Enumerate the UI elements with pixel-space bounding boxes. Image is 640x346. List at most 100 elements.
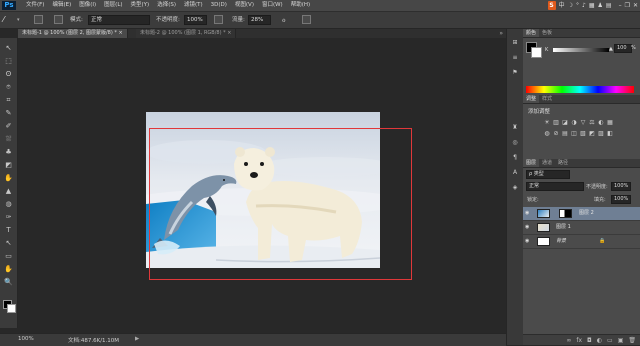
tab-document-1[interactable]: 未标题-1 @ 100% (图层 2, 图层蒙版/8) * × <box>18 29 128 38</box>
close-icon[interactable]: × <box>118 30 122 36</box>
menu-item-6[interactable]: 滤镜(T) <box>180 0 207 11</box>
visibility-eye-icon[interactable]: ◉ <box>525 225 531 230</box>
tab-paths[interactable]: 路径 <box>555 159 571 167</box>
tool-icon-2[interactable]: ʘ <box>4 70 13 78</box>
tool-icon-11[interactable]: ▲ <box>4 187 13 195</box>
menu-item-4[interactable]: 类型(Y) <box>127 0 154 11</box>
menu-item-7[interactable]: 3D(D) <box>207 0 231 11</box>
selection-rectangle[interactable] <box>149 128 412 280</box>
tab-overflow-icon[interactable]: » <box>499 29 503 38</box>
tray-icon-mic[interactable]: ♪ <box>582 1 586 10</box>
flow-input[interactable]: 28% <box>248 15 271 25</box>
tray-icon-lang[interactable]: 中 <box>559 1 565 10</box>
tool-icon-18[interactable]: 🔍 <box>4 278 13 286</box>
adjustment-icon-2[interactable]: ◪ <box>561 119 569 127</box>
tool-icon-5[interactable]: ✎ <box>4 109 13 117</box>
tool-icon-15[interactable]: ↖ <box>4 239 13 247</box>
opacity-input[interactable]: 100% <box>184 15 207 25</box>
adjustment-icon-12[interactable]: ▧ <box>579 130 587 138</box>
menu-item-9[interactable]: 窗口(W) <box>258 0 287 11</box>
tab-color[interactable]: 颜色 <box>523 29 540 37</box>
tool-icon-14[interactable]: T <box>4 226 13 234</box>
tool-icon-3[interactable]: ⌾ <box>4 83 13 91</box>
pressure-size-icon[interactable] <box>302 15 311 24</box>
layer-row-1[interactable]: ◉ 图层 1 <box>523 221 640 235</box>
menu-item-8[interactable]: 视图(V) <box>231 0 258 11</box>
tool-icon-12[interactable]: ◍ <box>4 200 13 208</box>
add-mask-icon[interactable]: ◘ <box>587 335 592 345</box>
toolbox-background-swatch[interactable] <box>7 304 16 313</box>
color-spectrum-ramp[interactable] <box>526 86 634 93</box>
menu-item-10[interactable]: 帮助(H) <box>287 0 314 11</box>
tool-icon-9[interactable]: ◩ <box>4 161 13 169</box>
panel-shortcut-icon-6[interactable]: A <box>511 169 519 177</box>
adjustment-icon-11[interactable]: ◫ <box>570 130 578 138</box>
adjustment-icon-13[interactable]: ◩ <box>588 130 596 138</box>
brush-panel-icon[interactable] <box>54 15 63 24</box>
menu-item-1[interactable]: 编辑(E) <box>48 0 75 11</box>
panel-shortcut-icon-7[interactable]: ◈ <box>511 184 519 192</box>
tool-icon-17[interactable]: ✋ <box>4 265 13 273</box>
adjustment-icon-1[interactable]: ▥ <box>552 119 560 127</box>
adjustment-icon-10[interactable]: ▤ <box>561 130 569 138</box>
chevron-down-icon[interactable]: ▾ <box>17 16 22 24</box>
menu-item-2[interactable]: 图像(I) <box>75 0 100 11</box>
tray-icon-moon[interactable]: ☽ <box>568 1 573 10</box>
adjustment-layer-icon[interactable]: ◐ <box>597 335 602 345</box>
adjustment-icon-8[interactable]: ◍ <box>543 130 551 138</box>
new-layer-icon[interactable]: ▣ <box>618 335 624 345</box>
layer-row-2[interactable]: ◉ 图层 2 <box>523 207 640 221</box>
tab-document-2[interactable]: 未标题-2 @ 100% (图层 1, RGB/8) * × <box>136 29 237 38</box>
ime-icon[interactable]: S <box>547 1 556 10</box>
restore-button[interactable]: ❐ <box>625 1 630 10</box>
adjustment-icon-14[interactable]: ▨ <box>597 130 605 138</box>
adjustment-icon-6[interactable]: ◐ <box>597 119 605 127</box>
tab-channels[interactable]: 通道 <box>539 159 555 167</box>
panel-shortcut-icon-3[interactable]: ♜ <box>511 124 519 132</box>
link-layers-icon[interactable]: ∞ <box>566 335 571 345</box>
k-slider[interactable] <box>553 48 609 52</box>
close-button[interactable]: ✕ <box>633 1 638 10</box>
tray-icon-user[interactable]: ♟ <box>598 1 603 10</box>
tab-adjustments[interactable]: 调整 <box>523 95 540 103</box>
adjustment-icon-7[interactable]: ▦ <box>606 119 614 127</box>
brush-tool-preset-icon[interactable]: ⁄ <box>3 15 15 25</box>
minimize-button[interactable]: – <box>619 1 622 10</box>
tool-icon-6[interactable]: ✐ <box>4 122 13 130</box>
new-group-icon[interactable]: ▭ <box>607 335 613 345</box>
delete-layer-icon[interactable]: 🗑 <box>628 335 636 345</box>
fill-input[interactable]: 100% <box>611 195 631 204</box>
brush-size-icon[interactable] <box>34 15 43 24</box>
panel-shortcut-icon-4[interactable]: ◎ <box>511 139 519 147</box>
adjustment-icon-9[interactable]: ⊘ <box>552 130 560 138</box>
blend-mode-select[interactable]: 正常 <box>526 182 584 191</box>
adjustment-icon-15[interactable]: ◧ <box>606 130 614 138</box>
tool-icon-7[interactable]: ⛆ <box>4 135 13 143</box>
tray-icon-dot[interactable]: ° <box>576 1 579 10</box>
adjustment-icon-4[interactable]: ▽ <box>579 119 587 127</box>
tab-layers[interactable]: 图层 <box>523 159 540 167</box>
tab-swatches[interactable]: 色板 <box>539 29 555 37</box>
fx-icon[interactable]: fx <box>576 335 582 345</box>
panel-shortcut-icon-0[interactable]: ⊞ <box>511 39 519 47</box>
zoom-level[interactable]: 100% <box>18 336 34 342</box>
mode-select[interactable]: 正常 <box>88 15 150 25</box>
adjustment-icon-5[interactable]: ⚖ <box>588 119 596 127</box>
tool-icon-4[interactable]: ⌗ <box>4 96 13 104</box>
visibility-eye-icon[interactable]: ◉ <box>525 239 531 244</box>
tool-icon-8[interactable]: ♣ <box>4 148 13 156</box>
layer-mask-thumbnail[interactable] <box>559 209 572 218</box>
tab-styles[interactable]: 样式 <box>539 95 555 103</box>
layer-kind-filter[interactable]: ρ 类型 <box>526 170 570 179</box>
visibility-eye-icon[interactable]: ◉ <box>525 211 531 216</box>
panel-shortcut-icon-2[interactable]: ⚑ <box>511 69 519 77</box>
menu-item-0[interactable]: 文件(F) <box>22 0 48 11</box>
layer-row-background[interactable]: ◉ 背景 🔒 <box>523 235 640 249</box>
tool-icon-0[interactable]: ↖ <box>4 44 13 52</box>
tool-icon-1[interactable]: ⬚ <box>4 57 13 65</box>
panel-shortcut-icon-1[interactable]: ≡ <box>511 54 519 62</box>
close-icon[interactable]: × <box>227 30 231 36</box>
background-color-swatch[interactable] <box>531 47 542 58</box>
menu-item-3[interactable]: 图层(L) <box>100 0 126 11</box>
tray-icon-grid[interactable]: ▤ <box>606 1 612 10</box>
